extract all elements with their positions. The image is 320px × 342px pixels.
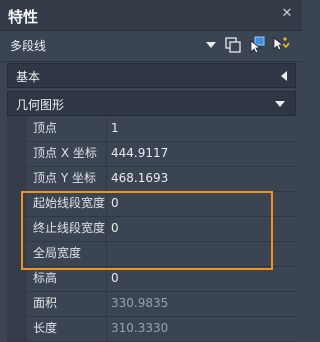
property-row-length: 长度 310.3330: [7, 316, 296, 342]
property-value[interactable]: [111, 241, 291, 266]
collapse-arrow-icon: [281, 71, 287, 81]
property-value[interactable]: 0: [111, 216, 291, 241]
property-name: 标高: [27, 266, 107, 291]
toggle-pickadd-icon[interactable]: [272, 36, 290, 54]
chevron-down-icon: [206, 42, 216, 48]
panel-title-bar: 特性 ✕: [0, 0, 302, 31]
property-value[interactable]: 0: [111, 266, 291, 291]
property-name: 全局宽度: [27, 241, 107, 266]
property-name: 终止线段宽度: [27, 216, 107, 241]
section-basic[interactable]: 基本: [7, 63, 296, 88]
property-value[interactable]: 444.9117: [111, 141, 291, 166]
quick-select-icon[interactable]: [224, 36, 242, 54]
panel-title: 特性: [8, 8, 39, 26]
property-row-area: 面积 330.9835: [7, 291, 296, 317]
property-value[interactable]: 0: [111, 191, 291, 216]
property-row-elevation[interactable]: 标高 0: [7, 266, 296, 292]
section-geometry[interactable]: 几何图形: [7, 91, 296, 116]
property-value[interactable]: 1: [111, 116, 291, 141]
property-row-start-width[interactable]: 起始线段宽度 0: [7, 191, 296, 217]
expand-arrow-icon: [275, 101, 285, 107]
property-row-vertex[interactable]: 顶点 1: [7, 116, 296, 142]
object-type-label: 多段线: [10, 39, 47, 53]
property-name: 顶点 X 坐标: [27, 141, 107, 166]
close-icon[interactable]: ✕: [278, 4, 296, 22]
property-name: 面积: [27, 291, 107, 316]
section-basic-label: 基本: [16, 70, 41, 84]
property-row-vertex-y[interactable]: 顶点 Y 坐标 468.1693: [7, 166, 296, 192]
section-geometry-label: 几何图形: [16, 98, 65, 112]
property-row-global-width[interactable]: 全局宽度: [7, 241, 296, 267]
select-objects-icon[interactable]: [248, 36, 266, 54]
property-row-vertex-x[interactable]: 顶点 X 坐标 444.9117: [7, 141, 296, 167]
object-type-select[interactable]: 多段线: [10, 36, 218, 56]
property-name: 顶点: [27, 116, 107, 141]
property-value[interactable]: 468.1693: [111, 166, 291, 191]
property-name: 顶点 Y 坐标: [27, 166, 107, 191]
property-row-end-width[interactable]: 终止线段宽度 0: [7, 216, 296, 242]
toolbar: 多段线: [0, 31, 302, 62]
property-list: 顶点 1 顶点 X 坐标 444.9117 顶点 Y 坐标 468.1693 起…: [7, 116, 296, 342]
property-name: 起始线段宽度: [27, 191, 107, 216]
property-value: 330.9835: [111, 296, 169, 310]
